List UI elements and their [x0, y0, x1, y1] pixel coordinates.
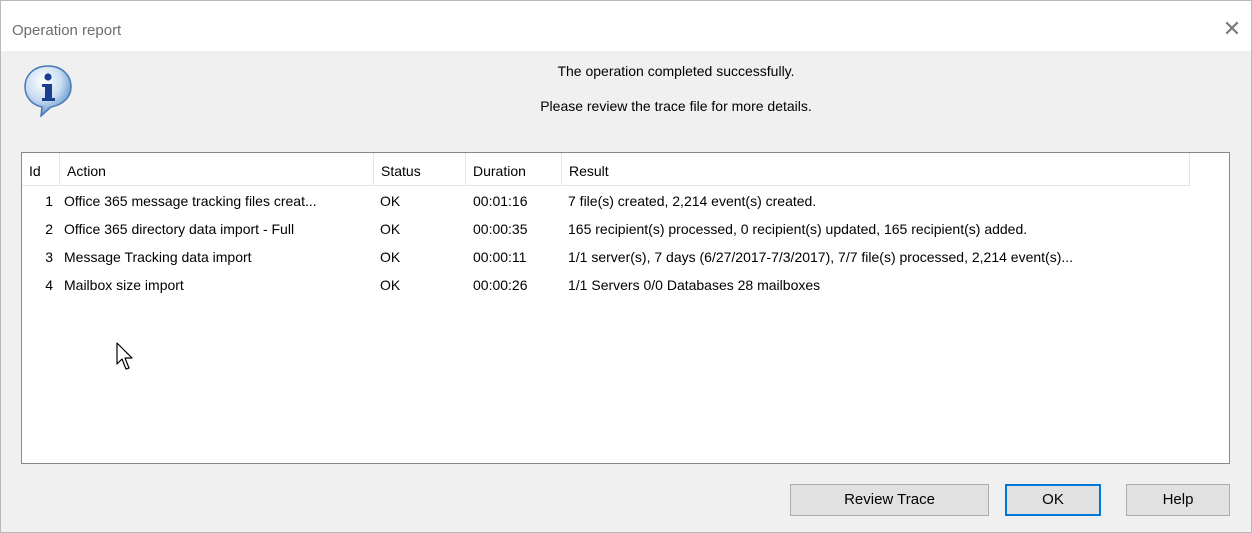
review-trace-message: Please review the trace file for more de… — [540, 98, 812, 114]
row-id: 1 — [45, 193, 53, 209]
row-status: OK — [380, 249, 401, 265]
row-action: Office 365 directory data import - Full — [64, 221, 295, 237]
column-header-id[interactable]: Id — [22, 153, 60, 185]
row-result: 1/1 server(s), 7 days (6/27/2017-7/3/201… — [568, 249, 1074, 265]
row-id: 2 — [45, 221, 53, 237]
review-trace-button[interactable]: Review Trace — [790, 484, 989, 516]
row-result: 1/1 Servers 0/0 Databases 28 mailboxes — [568, 277, 821, 293]
column-header-result[interactable]: Result — [562, 153, 1190, 185]
column-header-action[interactable]: Action — [60, 153, 374, 185]
close-icon[interactable]: ✕ — [1219, 16, 1245, 42]
row-result: 165 recipient(s) processed, 0 recipient(… — [568, 221, 1028, 237]
row-duration: 00:00:11 — [473, 249, 527, 265]
table-row[interactable]: 3 Message Tracking data import OK 00:00:… — [22, 245, 1229, 269]
mouse-cursor-icon — [116, 342, 133, 370]
success-message: The operation completed successfully. — [557, 63, 795, 79]
title-bar: Operation report ✕ — [1, 1, 1251, 51]
row-status: OK — [380, 221, 401, 237]
operation-list[interactable]: Id Action Status Duration Result 1 Offic… — [21, 152, 1230, 464]
row-duration: 00:00:26 — [473, 277, 528, 293]
row-action: Office 365 message tracking files creat.… — [64, 193, 317, 209]
row-status: OK — [380, 193, 401, 209]
window-title: Operation report — [12, 22, 122, 39]
row-id: 3 — [45, 249, 53, 265]
help-button[interactable]: Help — [1126, 484, 1230, 516]
row-duration: 00:01:16 — [473, 193, 528, 209]
table-row[interactable]: 1 Office 365 message tracking files crea… — [22, 189, 1229, 213]
list-header: Id Action Status Duration Result — [22, 153, 1190, 186]
row-action: Mailbox size import — [64, 277, 184, 293]
row-id: 4 — [45, 277, 53, 293]
row-result: 7 file(s) created, 2,214 event(s) create… — [568, 193, 817, 209]
row-status: OK — [380, 277, 401, 293]
table-row[interactable]: 4 Mailbox size import OK 00:00:26 1/1 Se… — [22, 273, 1229, 297]
row-duration: 00:00:35 — [473, 221, 528, 237]
table-row[interactable]: 2 Office 365 directory data import - Ful… — [22, 217, 1229, 241]
column-header-status[interactable]: Status — [374, 153, 466, 185]
column-header-duration[interactable]: Duration — [466, 153, 562, 185]
ok-button[interactable]: OK — [1005, 484, 1101, 516]
row-action: Message Tracking data import — [64, 249, 252, 265]
operation-report-dialog: Operation report ✕ The operation complet… — [0, 0, 1252, 533]
